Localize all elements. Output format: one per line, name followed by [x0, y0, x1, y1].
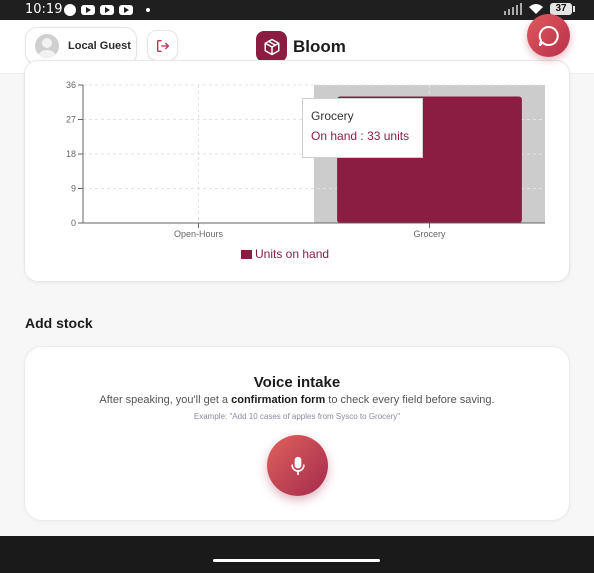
stock-chart-card: 0 9 18 27 36 Open-Hours Grocery Grocery On han… — [24, 60, 570, 282]
tooltip-value: On hand : 33 units — [311, 129, 410, 143]
user-name: Local Guest — [68, 40, 131, 52]
chart-legend: Units on hand — [241, 247, 329, 261]
logout-button[interactable] — [147, 30, 178, 61]
x-tick-label: Open-Hours — [174, 229, 224, 239]
youtube-icon — [119, 5, 133, 15]
wifi-icon — [529, 4, 543, 14]
chart-tooltip: Grocery On hand : 33 units — [302, 98, 423, 158]
status-time: 10:19 — [25, 2, 63, 17]
youtube-icon — [100, 5, 114, 15]
voice-intake-example: Example: "Add 10 cases of apples from Sy… — [193, 412, 401, 421]
chat-button[interactable] — [527, 14, 570, 57]
status-bar: 10:19 37 — [0, 0, 594, 20]
x-tick-label: Grocery — [413, 229, 446, 239]
signal-icon — [504, 3, 522, 15]
battery-icon: 37 — [550, 3, 575, 15]
y-tick-label: 0 — [71, 218, 76, 228]
legend-label: Units on hand — [255, 247, 330, 261]
home-indicator[interactable] — [213, 559, 380, 562]
chat-icon — [538, 25, 559, 46]
more-notifications-icon — [146, 8, 150, 12]
legend-swatch — [241, 249, 252, 259]
messenger-icon — [64, 4, 76, 16]
brand-name: Bloom — [293, 36, 346, 56]
y-tick-label: 9 — [71, 184, 76, 194]
microphone-icon — [290, 456, 305, 475]
y-tick-label: 36 — [66, 80, 76, 90]
add-stock-heading: Add stock — [25, 315, 93, 331]
y-tick-label: 27 — [66, 115, 76, 125]
tooltip-title: Grocery — [311, 109, 354, 123]
system-nav-bar — [0, 536, 594, 573]
brand: Bloom — [256, 31, 346, 62]
package-icon — [256, 31, 287, 62]
notification-icons — [64, 4, 150, 16]
logout-icon — [156, 39, 169, 52]
voice-intake-title: Voice intake — [253, 374, 341, 391]
voice-intake-card: Voice intake After speaking, you'll get … — [24, 346, 570, 521]
youtube-icon — [81, 5, 95, 15]
avatar-icon — [35, 34, 59, 58]
voice-intake-description: After speaking, you'll get a confirmatio… — [99, 394, 495, 406]
record-voice-button[interactable] — [267, 435, 328, 496]
y-tick-label: 18 — [66, 149, 76, 159]
system-icons: 37 — [504, 3, 575, 15]
